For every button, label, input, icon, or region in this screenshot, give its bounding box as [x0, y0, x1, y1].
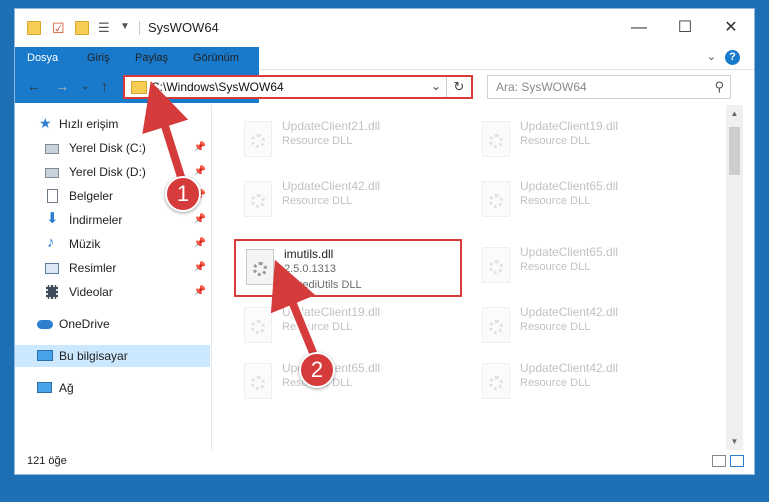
arrow-to-dll-file: [270, 259, 320, 362]
step-1-badge: 1: [165, 176, 201, 212]
annotation-arrows: [142, 81, 322, 363]
arrow-to-address-bar: [142, 81, 189, 182]
step-2-badge: 2: [299, 352, 335, 388]
